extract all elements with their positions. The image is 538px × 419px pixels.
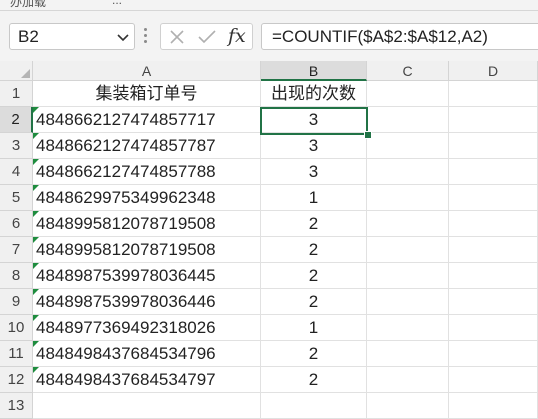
checkmark-icon[interactable] xyxy=(198,29,216,50)
cell-c11[interactable] xyxy=(367,341,449,367)
cell-a11[interactable]: 4848498437684534796 xyxy=(33,341,261,367)
column-header-a[interactable]: A xyxy=(33,61,261,81)
row-header-7[interactable]: 7 xyxy=(0,237,33,263)
cell-c9[interactable] xyxy=(367,289,449,315)
cell-a5[interactable]: 4848629975349962348 xyxy=(33,185,261,211)
cell-c1[interactable] xyxy=(367,81,449,107)
cell-d9[interactable] xyxy=(449,289,538,315)
cell-b12[interactable]: 2 xyxy=(261,367,367,393)
ribbon-tab-fragment[interactable]: 办加载 xyxy=(10,0,46,10)
row-header-4[interactable]: 4 xyxy=(0,159,33,185)
formula-text: =COUNTIF($A$2:$A$12,A2) xyxy=(272,27,488,46)
cell-a9[interactable]: 4848987539978036446 xyxy=(33,289,261,315)
cell-c3[interactable] xyxy=(367,133,449,159)
row-header-2[interactable]: 2 xyxy=(0,107,33,133)
cell-c2[interactable] xyxy=(367,107,449,133)
cell-d6[interactable] xyxy=(449,211,538,237)
row-header-9[interactable]: 9 xyxy=(0,289,33,315)
cell-c8[interactable] xyxy=(367,263,449,289)
formula-buttons: fx xyxy=(160,23,253,50)
column-header-d[interactable]: D xyxy=(449,61,538,81)
select-all-button[interactable] xyxy=(0,61,33,81)
cell-a12[interactable]: 4848498437684534797 xyxy=(33,367,261,393)
cell-b5[interactable]: 1 xyxy=(261,185,367,211)
formula-bar: B2 fx =COUNTIF($A$2:$A$12,A2) xyxy=(0,11,538,61)
ribbon-strip: 办加载 ... xyxy=(0,0,538,11)
cell-d3[interactable] xyxy=(449,133,538,159)
name-box-value: B2 xyxy=(18,27,39,46)
cell-b1[interactable]: 出现的次数 xyxy=(261,81,367,107)
cell-d7[interactable] xyxy=(449,237,538,263)
cell-d13[interactable] xyxy=(449,393,538,419)
row-header-5[interactable]: 5 xyxy=(0,185,33,211)
cell-a3[interactable]: 4848662127474857787 xyxy=(33,133,261,159)
cell-b8[interactable]: 2 xyxy=(261,263,367,289)
worksheet-grid: A B C D 1 2 3 4 5 6 7 8 9 10 11 12 13 集装… xyxy=(0,61,538,419)
cell-a4[interactable]: 4848662127474857788 xyxy=(33,159,261,185)
cell-c4[interactable] xyxy=(367,159,449,185)
cell-c6[interactable] xyxy=(367,211,449,237)
row-header-6[interactable]: 6 xyxy=(0,211,33,237)
cell-d4[interactable] xyxy=(449,159,538,185)
cell-b3[interactable]: 3 xyxy=(261,133,367,159)
name-box[interactable]: B2 xyxy=(9,23,135,50)
error-indicator-icon xyxy=(33,107,39,113)
cell-d1[interactable] xyxy=(449,81,538,107)
row-header-11[interactable]: 11 xyxy=(0,341,33,367)
formula-input[interactable]: =COUNTIF($A$2:$A$12,A2) xyxy=(261,23,538,50)
cell-d11[interactable] xyxy=(449,341,538,367)
cell-d2[interactable] xyxy=(449,107,538,133)
cell-c12[interactable] xyxy=(367,367,449,393)
cell-b9[interactable]: 2 xyxy=(261,289,367,315)
row-header-12[interactable]: 12 xyxy=(0,367,33,393)
column-header-c[interactable]: C xyxy=(367,61,449,81)
cell-b4[interactable]: 3 xyxy=(261,159,367,185)
formula-bar-resize-handle[interactable] xyxy=(144,28,148,44)
error-indicator-icon xyxy=(33,133,39,139)
cell-c7[interactable] xyxy=(367,237,449,263)
cell-a10[interactable]: 4848977369492318026 xyxy=(33,315,261,341)
cell-d5[interactable] xyxy=(449,185,538,211)
error-indicator-icon xyxy=(33,185,39,191)
cell-a7[interactable]: 4848995812078719508 xyxy=(33,237,261,263)
cell-d8[interactable] xyxy=(449,263,538,289)
row-header-1[interactable]: 1 xyxy=(0,81,33,107)
chevron-down-icon[interactable] xyxy=(116,30,130,49)
cell-d10[interactable] xyxy=(449,315,538,341)
cell-c10[interactable] xyxy=(367,315,449,341)
error-indicator-icon xyxy=(33,263,39,269)
cell-d12[interactable] xyxy=(449,367,538,393)
row-header-13[interactable]: 13 xyxy=(0,393,33,419)
fill-handle[interactable] xyxy=(364,131,372,139)
cell-a1[interactable]: 集装箱订单号 xyxy=(33,81,261,107)
cell-b13[interactable] xyxy=(261,393,367,419)
cell-b10[interactable]: 1 xyxy=(261,315,367,341)
ribbon-tab-fragment[interactable]: ... xyxy=(112,0,122,7)
cell-c5[interactable] xyxy=(367,185,449,211)
cell-c13[interactable] xyxy=(367,393,449,419)
error-indicator-icon xyxy=(33,159,39,165)
row-header-8[interactable]: 8 xyxy=(0,263,33,289)
cell-b11[interactable]: 2 xyxy=(261,341,367,367)
insert-function-button[interactable]: fx xyxy=(228,25,246,47)
row-header-3[interactable]: 3 xyxy=(0,133,33,159)
cell-b6[interactable]: 2 xyxy=(261,211,367,237)
cancel-icon[interactable] xyxy=(169,29,185,50)
error-indicator-icon xyxy=(33,367,39,373)
error-indicator-icon xyxy=(33,211,39,217)
row-header-10[interactable]: 10 xyxy=(0,315,33,341)
error-indicator-icon xyxy=(33,237,39,243)
error-indicator-icon xyxy=(33,315,39,321)
cell-a6[interactable]: 4848995812078719508 xyxy=(33,211,261,237)
cell-a8[interactable]: 4848987539978036445 xyxy=(33,263,261,289)
active-cell-border xyxy=(260,107,368,135)
cell-a2[interactable]: 4848662127474857717 xyxy=(33,107,261,133)
cell-b7[interactable]: 2 xyxy=(261,237,367,263)
cell-a13[interactable] xyxy=(33,393,261,419)
error-indicator-icon xyxy=(33,289,39,295)
error-indicator-icon xyxy=(33,341,39,347)
column-header-b[interactable]: B xyxy=(261,61,367,81)
